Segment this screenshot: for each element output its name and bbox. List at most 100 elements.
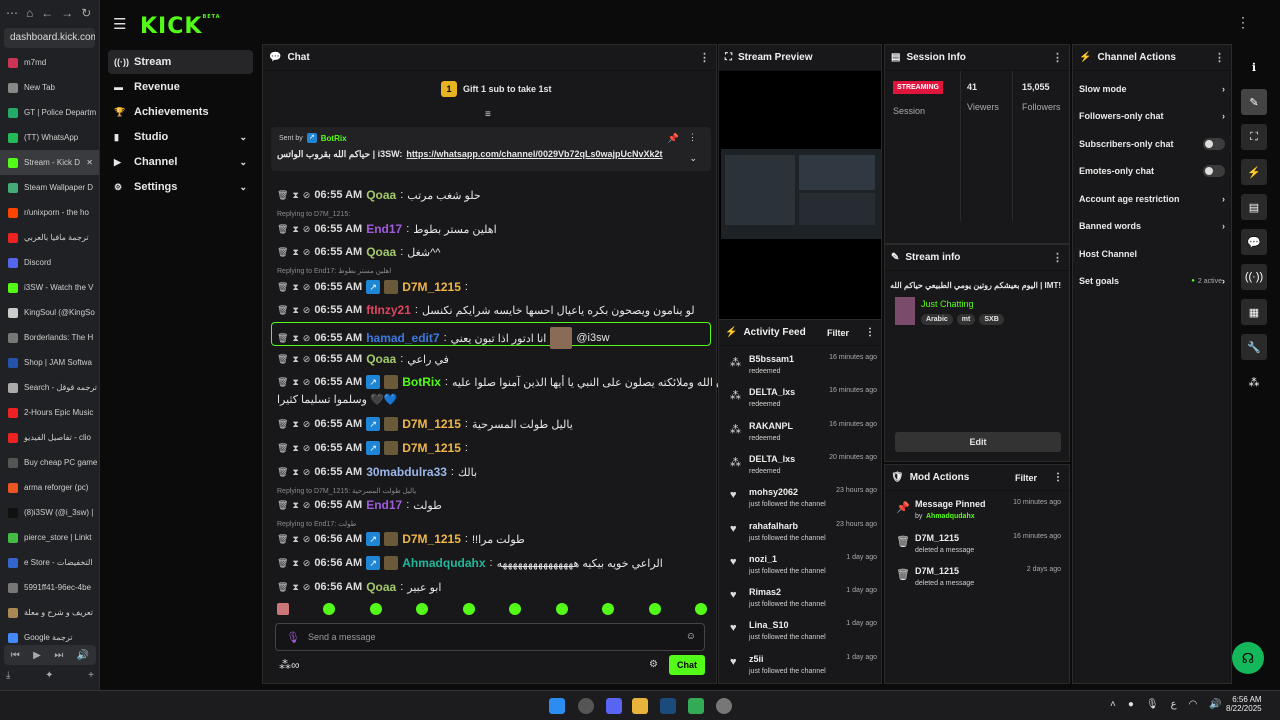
browser-tab[interactable]: Discord (0, 250, 99, 275)
emote-icon[interactable] (277, 603, 289, 615)
message-username[interactable]: Ahmadqudahx (402, 556, 485, 570)
timeout-icon[interactable]: ⧗ (292, 582, 298, 593)
emote-icon[interactable] (694, 603, 707, 615)
mod-filter-button[interactable]: Filter (1015, 473, 1037, 483)
activity-filter-button[interactable]: Filter (827, 328, 849, 338)
browser-tab[interactable]: 5991ff41-96ec-4be (0, 575, 99, 600)
stream-preview-video[interactable] (721, 149, 881, 239)
timeout-icon[interactable]: ⧗ (292, 377, 298, 388)
timeout-icon[interactable]: ⧗ (292, 282, 298, 293)
activity-item[interactable]: ♥ rahafalharb just followed the channel 23 … (727, 519, 877, 549)
activity-user[interactable]: Lina_S10 (749, 620, 789, 630)
chat-message[interactable]: 🗑 ⧗ ⊘ 06:56 AM Qoaa: ابو عبير (277, 580, 441, 594)
message-username[interactable]: hamad_edit7 (366, 331, 439, 345)
browser-tab[interactable]: New Tab (0, 75, 99, 100)
chat-message[interactable]: 🗑 ⧗ ⊘ 06:55 AM ↗ D7M_1215: ياليل طولت المسرحية (277, 417, 573, 431)
message-username[interactable]: Qoaa (366, 188, 396, 202)
message-input[interactable]: 🎙 Send a message ☺ (275, 623, 705, 651)
action-subscribers-only-chat[interactable]: Subscribers-only chat (1073, 130, 1231, 158)
search-icon[interactable] (578, 698, 594, 714)
browser-tab[interactable]: (8)i3SW (@i_3sw) | (0, 500, 99, 525)
mic-tray-icon[interactable]: 🎙 (1146, 699, 1159, 710)
activity-item[interactable]: ♥ Rimas2 just followed the channel 1 day ag… (727, 585, 877, 615)
toggle-switch[interactable] (1203, 165, 1225, 178)
emote-icon[interactable] (416, 603, 429, 615)
emote-icon[interactable] (509, 603, 522, 615)
action-followers-only-chat[interactable]: Followers-only chat › (1073, 103, 1231, 131)
message-username[interactable]: Qoaa (366, 352, 396, 366)
message-username[interactable]: D7M_1215 (402, 532, 461, 546)
prev-track-icon[interactable]: ⏮ (11, 650, 20, 661)
browser-tab[interactable]: KingSoul (@KingSo (0, 300, 99, 325)
message-username[interactable]: BotRix (402, 375, 441, 389)
ban-icon[interactable]: ⊘ (303, 305, 311, 316)
ban-icon[interactable]: ⊘ (303, 467, 311, 478)
message-username[interactable]: End17 (366, 498, 402, 512)
ban-icon[interactable]: ⊘ (303, 500, 311, 511)
message-username[interactable]: D7M_1215 (402, 280, 461, 294)
help-button[interactable]: ☊ (1232, 642, 1264, 674)
mention[interactable]: @i3sw (576, 332, 609, 344)
language-indicator[interactable]: ع (1171, 699, 1177, 710)
nav-item-achievements[interactable]: 🏆 Achievements (108, 100, 253, 124)
browser-tab[interactable]: Steam Wallpaper D (0, 175, 99, 200)
browser-tab[interactable]: arma reforger (pc) (0, 475, 99, 500)
chat-message[interactable]: 🗑 ⧗ ⊘ 06:55 AM 30mabdulra33: بالك (277, 465, 477, 479)
session-menu-icon[interactable]: ⋮ (1052, 51, 1063, 64)
activity-menu-icon[interactable]: ⋮ (865, 327, 875, 338)
browser-tab[interactable]: Buy cheap PC game (0, 450, 99, 475)
timeout-icon[interactable]: ⧗ (292, 190, 298, 201)
activity-item[interactable]: ♥ nozi_1 just followed the channel 1 day ag… (727, 552, 877, 582)
browser-tab[interactable]: ترجمة مافيا بالعربي (0, 225, 99, 250)
browser-tab[interactable]: Shop | JAM Softwa (0, 350, 99, 375)
action-slow-mode[interactable]: Slow mode › (1073, 75, 1231, 103)
delete-icon[interactable]: 🗑 (277, 443, 288, 454)
discord-app-icon[interactable] (606, 698, 622, 714)
edit-stream-button[interactable]: Edit (895, 432, 1061, 452)
ban-icon[interactable]: ⊘ (303, 419, 311, 430)
ban-icon[interactable]: ⊘ (303, 190, 311, 201)
mod-action-by[interactable]: Ahmadqudahx (926, 513, 975, 520)
activity-user[interactable]: rahafalharb (749, 521, 798, 531)
mod-menu-icon[interactable]: ⋮ (1053, 472, 1063, 483)
timeout-icon[interactable]: ⧗ (292, 419, 298, 430)
pinned-link[interactable]: https://whatsapp.com/channel/0029Vb72qLs… (406, 149, 662, 160)
activity-user[interactable]: B5bssam1 (749, 354, 794, 364)
address-bar[interactable]: dashboard.kick.com (4, 28, 95, 48)
nav-item-channel[interactable]: ▶ Channel ⌄ (108, 150, 253, 174)
browser-tab[interactable]: (TT) WhatsApp (0, 125, 99, 150)
more-icon[interactable]: ⋯ (6, 6, 18, 20)
steam-app-icon[interactable] (660, 698, 676, 714)
wrench-icon[interactable]: 🔧 (1241, 334, 1267, 360)
action-account-age-restriction[interactable]: Account age restriction › (1073, 185, 1231, 213)
emote-icon[interactable] (555, 603, 568, 615)
action-banned-words[interactable]: Banned words › (1073, 213, 1231, 241)
ban-icon[interactable]: ⊘ (303, 224, 311, 235)
ban-icon[interactable]: ⊘ (303, 443, 311, 454)
delete-icon[interactable]: 🗑 (277, 333, 288, 344)
reload-icon[interactable]: ↻ (81, 6, 91, 20)
activity-user[interactable]: RAKANPL (749, 421, 793, 431)
activity-user[interactable]: DELTA_lxs (749, 454, 795, 464)
forward-icon[interactable]: → (61, 6, 73, 20)
delete-icon[interactable]: 🗑 (277, 354, 288, 365)
browser-tab[interactable]: تعريف و شرح و معلة (0, 600, 99, 625)
volume-icon[interactable]: 🔊 (77, 650, 89, 661)
delete-icon[interactable]: 🗑 (277, 582, 288, 593)
volume-tray-icon[interactable]: 🔊 (1209, 699, 1221, 710)
activity-user[interactable]: Rimas2 (749, 587, 781, 597)
timeout-icon[interactable]: ⧗ (292, 500, 298, 511)
gift-banner[interactable]: 1 Gift 1 sub to take 1st (441, 81, 552, 97)
browser-tab[interactable]: r/unixporn - the ho (0, 200, 99, 225)
ban-icon[interactable]: ⊘ (303, 534, 311, 545)
add-tab-icon[interactable]: + (88, 670, 94, 688)
ban-icon[interactable]: ⊘ (303, 377, 311, 388)
layout-icon[interactable]: ⛶ (1241, 124, 1267, 150)
delete-icon[interactable]: 🗑 (277, 190, 288, 201)
stream-info-menu-icon[interactable]: ⋮ (1052, 251, 1063, 264)
message-username[interactable]: ftInzy21 (366, 303, 411, 317)
timeout-icon[interactable]: ⧗ (292, 443, 298, 454)
message-username[interactable]: Qoaa (366, 245, 396, 259)
ban-icon[interactable]: ⊘ (303, 354, 311, 365)
delete-icon[interactable]: 🗑 (277, 224, 288, 235)
